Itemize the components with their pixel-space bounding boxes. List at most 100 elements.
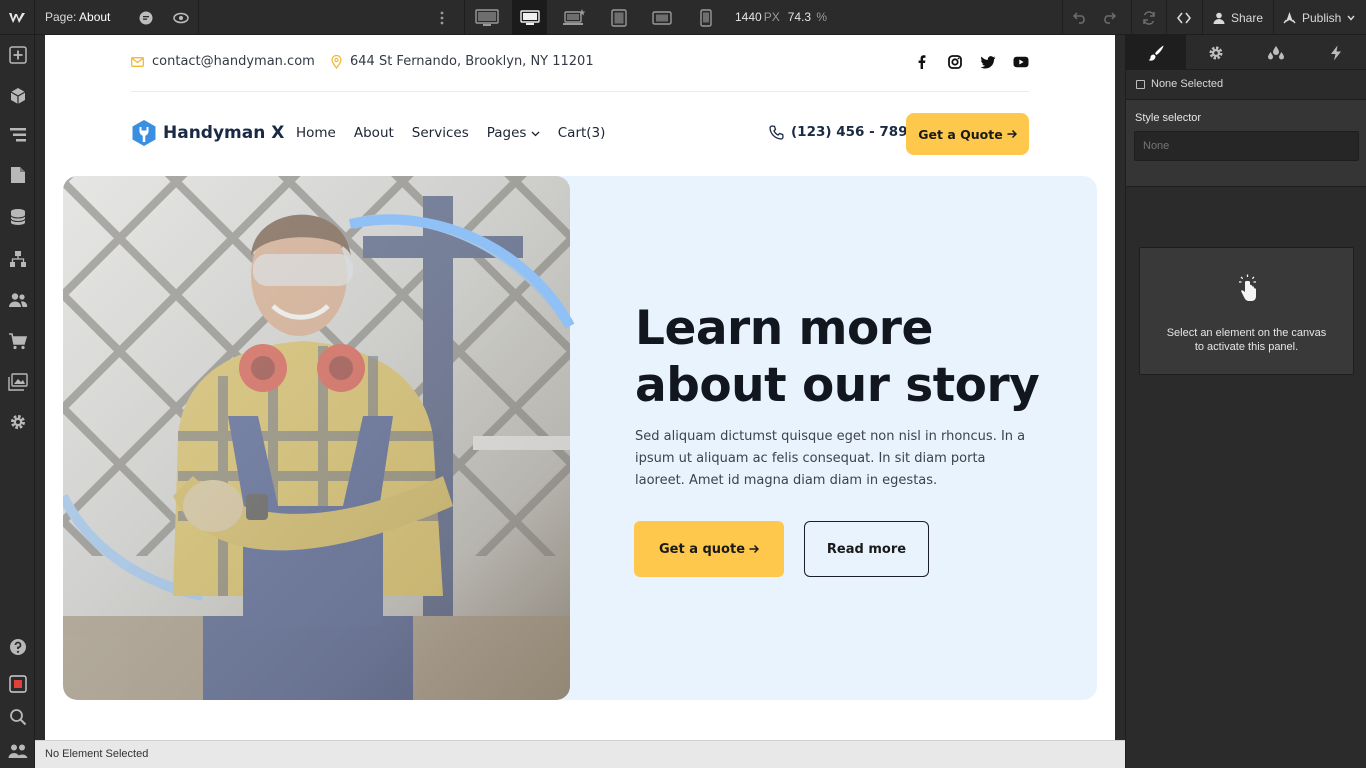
width-unit: PX (763, 10, 780, 24)
symbols-cube-icon[interactable] (0, 76, 35, 116)
hero-read-more-label: Read more (826, 541, 907, 557)
pages-icon[interactable] (0, 155, 35, 195)
style-panel: None Selected Style selector None Select… (1125, 35, 1366, 768)
users-icon[interactable] (0, 280, 35, 320)
checkbox-icon[interactable] (1136, 79, 1145, 89)
code-export-icon[interactable] (1166, 0, 1201, 35)
none-selected-toggle[interactable]: None Selected (1136, 78, 1223, 90)
nav-home[interactable]: Home (296, 125, 336, 141)
hero-paragraph: Sed aliquam dictumst quisque eget non ni… (635, 429, 1026, 488)
hero-read-more-button[interactable]: Read more (804, 521, 929, 577)
phone-number: (123) 456 - 789 (791, 124, 908, 140)
tab-element-settings[interactable] (1186, 35, 1246, 70)
tab-style[interactable] (1126, 35, 1186, 70)
contact-email-text: contact@handyman.com (152, 54, 315, 69)
comments-icon[interactable] (128, 0, 163, 35)
style-selector-section: Style selector None (1126, 99, 1366, 187)
handyman-logo-icon (132, 120, 156, 146)
empty-state-card: Select an element on the canvas to activ… (1139, 247, 1354, 375)
hero-section: Learn more about our story Sed aliquam d… (63, 176, 1097, 700)
page-selector[interactable]: Page: About (45, 10, 110, 24)
social-links (914, 54, 1029, 70)
webflow-logo-icon[interactable] (0, 0, 35, 35)
style-selector-label: Style selector (1135, 112, 1202, 124)
add-elements-icon[interactable] (0, 35, 35, 75)
empty-state-message: Select an element on the canvas to activ… (1140, 326, 1353, 354)
contact-address-text: 644 St Fernando, Brooklyn, NY 11201 (350, 54, 594, 69)
hero-get-quote-button[interactable]: Get a quote (634, 521, 784, 577)
status-bar: No Element Selected (35, 740, 1125, 768)
breakpoint-mobile-landscape-icon[interactable] (644, 0, 679, 35)
nav-menu: Home About Services Pages Cart(3) (296, 125, 605, 141)
hand-pointer-icon (1239, 274, 1256, 301)
paintbrush-icon (1148, 45, 1164, 61)
preview-eye-icon[interactable] (163, 0, 198, 35)
get-a-quote-label: Get a Quote (918, 126, 1003, 142)
arrow-right-icon (749, 544, 760, 554)
contact-email[interactable]: contact@handyman.com (131, 54, 315, 69)
page-name: About (79, 10, 111, 24)
breakpoint-large-desktop-icon[interactable] (469, 0, 504, 35)
left-toolbar (0, 35, 35, 768)
hero-headline-line-1: Learn more (635, 301, 933, 356)
share-label: Share (1231, 10, 1264, 25)
cms-database-icon[interactable] (0, 197, 35, 237)
width-value: 1440 (735, 10, 762, 24)
redo-icon[interactable] (1091, 0, 1126, 35)
help-icon[interactable] (0, 627, 35, 667)
logic-flow-icon[interactable] (0, 239, 35, 279)
gear-icon (1209, 46, 1223, 59)
publish-button[interactable]: Publish (1275, 0, 1363, 35)
brand-name: Handyman X (163, 123, 285, 143)
user-icon (1213, 12, 1225, 24)
status-text: No Element Selected (45, 748, 149, 760)
contact-address: 644 St Fernando, Brooklyn, NY 11201 (331, 54, 594, 69)
instagram-icon[interactable] (947, 54, 963, 70)
nav-about[interactable]: About (354, 125, 394, 141)
empty-state-line-2: to activate this panel. (1194, 341, 1299, 353)
canvas-width-readout: 1440 PX 74.3 % (735, 10, 835, 24)
navigator-icon[interactable] (0, 115, 35, 155)
hero-headline: Learn more about our story (635, 300, 1040, 414)
youtube-icon[interactable] (1013, 54, 1029, 70)
nav-services[interactable]: Services (412, 125, 469, 141)
lightning-icon (1331, 45, 1341, 60)
style-selector-input[interactable]: None (1134, 131, 1359, 161)
phone-link[interactable]: (123) 456 - 789 (769, 124, 908, 140)
publish-label: Publish (1302, 10, 1342, 25)
collaborators-icon[interactable] (0, 731, 35, 768)
breakpoint-mobile-portrait-icon[interactable] (688, 0, 723, 35)
zoom-unit: % (816, 10, 828, 24)
site-topbar: contact@handyman.com 644 St Fernando, Br… (131, 54, 1029, 74)
share-button[interactable]: Share (1205, 0, 1271, 35)
rocket-icon (1283, 11, 1296, 23)
nav-pages[interactable]: Pages (487, 125, 540, 141)
nav-pages-label: Pages (486, 125, 527, 141)
ecommerce-cart-icon[interactable] (0, 321, 35, 361)
twitter-icon[interactable] (980, 54, 996, 70)
brand-logo[interactable]: Handyman X (131, 119, 284, 147)
sync-icon[interactable] (1131, 0, 1166, 35)
settings-gear-icon[interactable] (0, 402, 35, 442)
breakpoint-base-star-icon[interactable] (557, 0, 592, 35)
breakpoint-desktop-icon[interactable] (512, 0, 547, 35)
canvas-page[interactable]: contact@handyman.com 644 St Fernando, Br… (45, 35, 1115, 740)
hero-worker-image (63, 176, 570, 700)
zoom-value: 74.3 (787, 10, 812, 24)
panel-tabs (1126, 35, 1366, 70)
assets-images-icon[interactable] (0, 362, 35, 402)
tab-style-manager[interactable] (1246, 35, 1306, 70)
site-navbar: Handyman X Home About Services Pages Car… (131, 113, 1029, 155)
facebook-icon[interactable] (914, 54, 930, 70)
none-selected-label: None Selected (1151, 78, 1224, 90)
header-divider (131, 91, 1029, 92)
breakpoint-tablet-icon[interactable] (601, 0, 636, 35)
chevron-down-icon (531, 131, 540, 137)
more-vertical-icon[interactable] (424, 0, 459, 35)
droplets-icon (1268, 45, 1284, 59)
tab-interactions[interactable] (1306, 35, 1366, 70)
nav-cart[interactable]: Cart(3) (558, 125, 606, 141)
get-a-quote-button[interactable]: Get a Quote (906, 113, 1029, 155)
chevron-down-icon (1347, 15, 1355, 21)
arrow-right-icon (1007, 129, 1017, 139)
